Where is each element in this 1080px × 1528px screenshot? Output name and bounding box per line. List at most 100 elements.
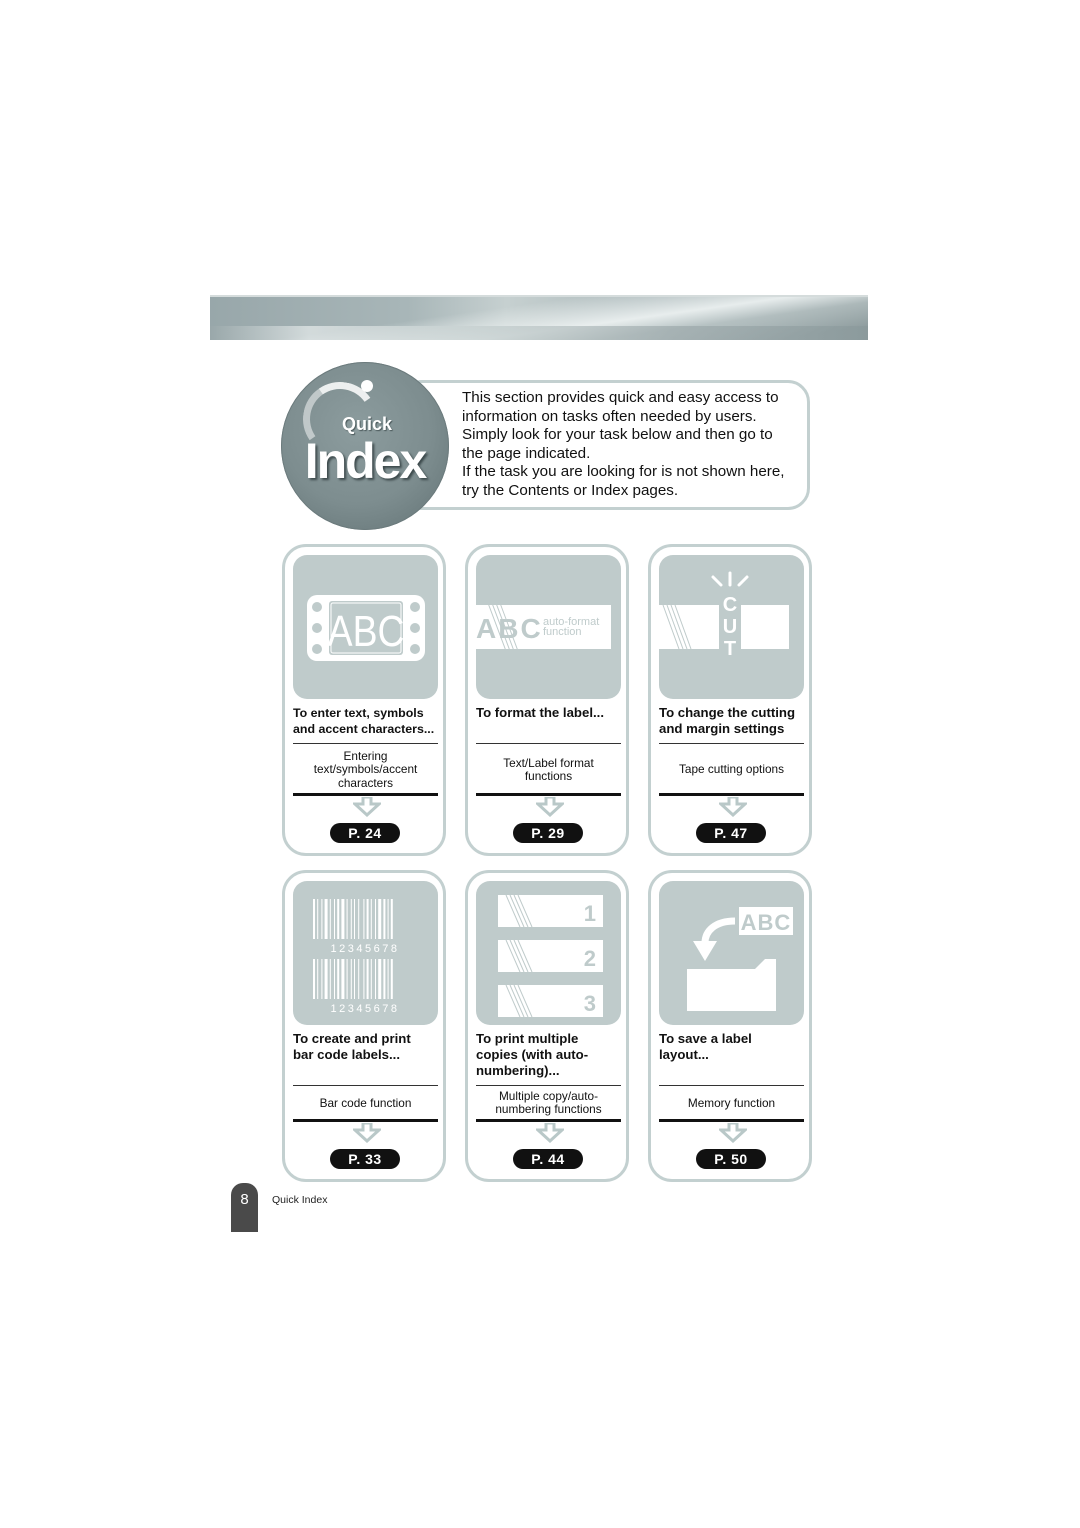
card-title: To enter text, symbols and accent charac… bbox=[293, 706, 435, 736]
card-description: Entering text/symbols/accent characters bbox=[313, 748, 418, 790]
auto-format-icon: ABC auto-format function bbox=[476, 555, 621, 699]
barcode-bar bbox=[366, 959, 369, 999]
down-arrow-icon bbox=[719, 1123, 747, 1143]
barcode-bar bbox=[390, 959, 393, 999]
card-description: Memory function bbox=[687, 1096, 776, 1111]
divider-thick bbox=[293, 793, 438, 796]
barcode-bar bbox=[313, 959, 315, 999]
barcode-bar bbox=[358, 959, 360, 999]
divider bbox=[476, 1085, 621, 1086]
down-arrow-icon bbox=[353, 797, 381, 817]
numbered-copies-icon: 1 2 3 bbox=[476, 881, 621, 1025]
barcode-bar bbox=[324, 959, 328, 999]
badge-dot bbox=[361, 380, 373, 392]
intro-text: This section provides quick and easy acc… bbox=[462, 389, 807, 501]
card-description: Text/Label format functions bbox=[503, 755, 594, 783]
divider-thick bbox=[476, 1119, 621, 1122]
page-link[interactable]: P. 24 bbox=[330, 823, 400, 843]
abc-text: ABC bbox=[476, 613, 543, 644]
barcode-bar bbox=[334, 899, 335, 939]
barcode-bar bbox=[321, 899, 323, 939]
barcode-bar bbox=[363, 899, 365, 939]
copy-number: 3 bbox=[584, 991, 596, 1016]
barcode-bar bbox=[341, 959, 345, 999]
divider bbox=[293, 743, 438, 744]
page-link[interactable]: P. 29 bbox=[513, 823, 583, 843]
barcode-bar bbox=[387, 959, 389, 999]
barcode-bar bbox=[346, 959, 348, 999]
page-link[interactable]: P. 33 bbox=[330, 1149, 400, 1169]
barcode-bar bbox=[383, 899, 386, 939]
card-enter-text[interactable]: ABC To enter text, symbols and accent ch… bbox=[282, 544, 446, 856]
cut-icon: C U T bbox=[659, 555, 804, 699]
barcode-bar bbox=[354, 959, 355, 999]
barcode-bar bbox=[317, 959, 319, 999]
barcode-bar bbox=[370, 899, 372, 939]
barcode-bar bbox=[354, 899, 355, 939]
divider-thick bbox=[293, 1119, 438, 1122]
abc-text: ABC bbox=[328, 606, 405, 656]
card-title: To change the cutting and margin setting… bbox=[659, 705, 796, 736]
barcode-bar bbox=[341, 899, 345, 939]
footer-section-label: Quick Index bbox=[272, 1194, 328, 1206]
divider bbox=[659, 743, 804, 744]
barcode-bar bbox=[363, 959, 365, 999]
barcode-bar bbox=[350, 899, 352, 939]
intro-line: If the task you are looking for is not s… bbox=[462, 463, 785, 481]
card-title: To create and print bar code labels... bbox=[293, 1031, 411, 1062]
barcode-bar bbox=[375, 959, 376, 999]
function-text: function bbox=[543, 626, 582, 638]
badge-index-text: Index bbox=[304, 433, 428, 489]
page-link[interactable]: P. 47 bbox=[696, 823, 766, 843]
card-description: Multiple copy/auto- numbering functions bbox=[495, 1088, 602, 1116]
card-save-layout[interactable]: ABC To save a label layout... Memory fun… bbox=[648, 870, 812, 1182]
divider-thick bbox=[659, 1119, 804, 1122]
down-arrow-icon bbox=[719, 797, 747, 817]
card-description: Bar code function bbox=[319, 1096, 412, 1111]
barcode-bar bbox=[329, 959, 331, 999]
header-banner bbox=[210, 295, 868, 340]
barcode-bar bbox=[370, 959, 372, 999]
barcode-bar bbox=[317, 899, 319, 939]
page-link[interactable]: P. 50 bbox=[696, 1149, 766, 1169]
down-arrow-icon bbox=[536, 797, 564, 817]
card-format-label[interactable]: ABC auto-format function To format the l… bbox=[465, 544, 629, 856]
cut-letter: U bbox=[723, 616, 737, 638]
barcode-bar bbox=[313, 899, 315, 939]
save-folder-icon: ABC bbox=[659, 881, 804, 1025]
barcode-bar bbox=[350, 959, 352, 999]
barcode-bar bbox=[321, 959, 323, 999]
copy-number: 2 bbox=[584, 946, 596, 971]
card-title: To save a label layout... bbox=[659, 1031, 752, 1062]
card-cutting[interactable]: C U T To change the cutting and margin s… bbox=[648, 544, 812, 856]
intro-line: This section provides quick and easy acc… bbox=[462, 389, 779, 406]
card-title: To print multiple copies (with auto- num… bbox=[476, 1031, 589, 1078]
abc-text: ABC bbox=[741, 910, 792, 935]
intro-line: the page indicated. bbox=[462, 444, 591, 462]
card-barcode[interactable]: 12345678 12345678 To create and print ba… bbox=[282, 870, 446, 1182]
intro-line: information on tasks often needed by use… bbox=[462, 407, 757, 425]
barcode-bar bbox=[358, 899, 360, 939]
down-arrow-icon bbox=[353, 1123, 381, 1143]
barcode-bar bbox=[375, 899, 376, 939]
cut-letter: T bbox=[724, 638, 736, 660]
divider-thick bbox=[476, 793, 621, 796]
barcode-bar bbox=[378, 899, 382, 939]
card-description: Tape cutting options bbox=[679, 762, 784, 777]
barcode-bar bbox=[378, 959, 382, 999]
quick-index-badge: Quick Index bbox=[281, 362, 449, 530]
intro-line: try the Contents or Index pages. bbox=[462, 481, 679, 499]
barcode-bar bbox=[366, 899, 369, 939]
card-multiple-copies[interactable]: 1 2 3 To print multiple copies (with aut… bbox=[465, 870, 629, 1182]
barcode-bar bbox=[387, 899, 389, 939]
barcode-bar bbox=[334, 959, 335, 999]
barcode-bar bbox=[337, 959, 340, 999]
page-number-tab: 8 bbox=[231, 1183, 258, 1232]
card-title: To format the label... bbox=[476, 705, 604, 720]
divider bbox=[293, 1085, 438, 1086]
page-link[interactable]: P. 44 bbox=[513, 1149, 583, 1169]
barcode-bar bbox=[390, 899, 393, 939]
divider-thick bbox=[659, 793, 804, 796]
copy-number: 1 bbox=[584, 901, 596, 926]
barcode-bar bbox=[329, 899, 331, 939]
